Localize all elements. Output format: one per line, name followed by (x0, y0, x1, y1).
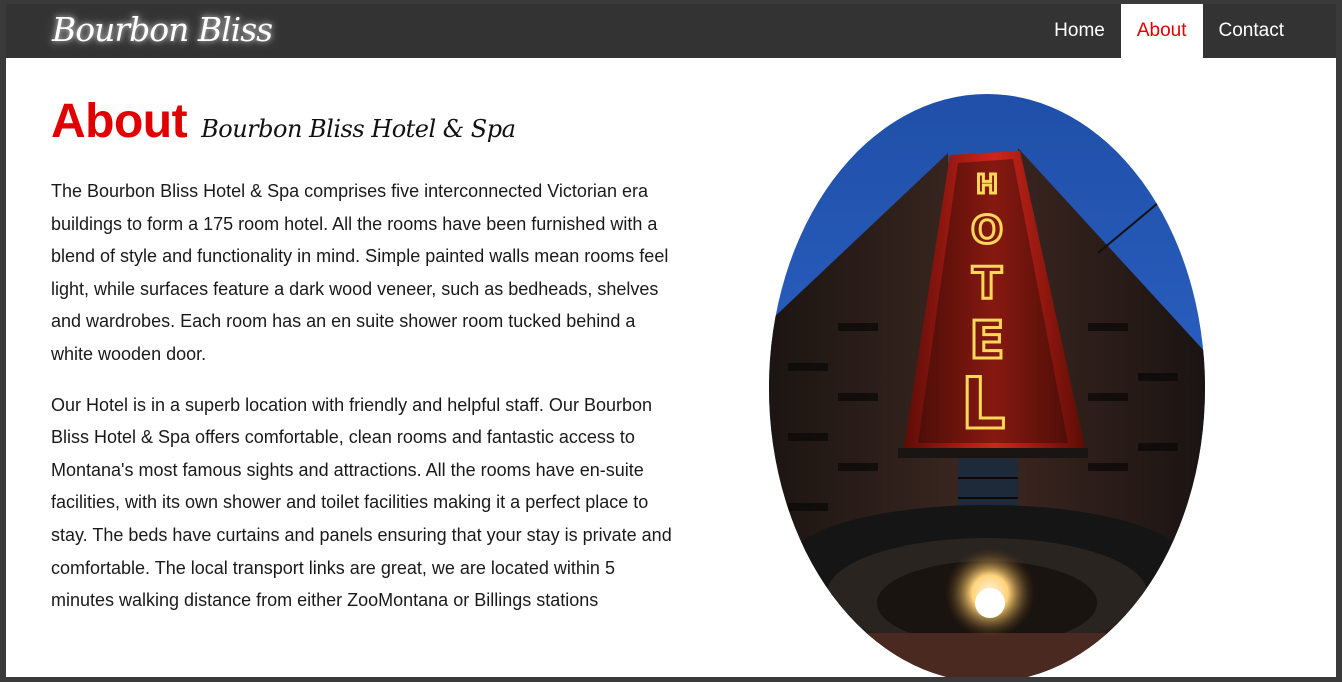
nav-contact-link[interactable]: Contact (1203, 4, 1300, 58)
hotel-neon-sign-image: H O T E L (769, 94, 1205, 677)
sign-letter-t: T (972, 258, 1002, 309)
main-content: About Bourbon Bliss Hotel & Spa The Bour… (6, 58, 1336, 677)
nav-home-link[interactable]: Home (1038, 4, 1121, 58)
sign-letter-h: H (976, 170, 998, 200)
browser-viewport: Bourbon Bliss Home About Contact About B… (0, 0, 1342, 682)
nav-about-link[interactable]: About (1120, 4, 1203, 58)
sign-letter-o: O (971, 208, 1003, 252)
about-paragraph-1: The Bourbon Bliss Hotel & Spa comprises … (51, 181, 669, 364)
navbar: Bourbon Bliss Home About Contact (6, 4, 1336, 58)
about-paragraph-2: Our Hotel is in a superb location with f… (51, 394, 672, 611)
site-logo[interactable]: Bourbon Bliss (52, 6, 273, 54)
page-subtitle: Bourbon Bliss Hotel & Spa (201, 115, 516, 143)
page-heading: About Bourbon Bliss Hotel & Spa (51, 94, 516, 149)
hotel-photo: H O T E L (768, 93, 1206, 677)
nav-links: Home About Contact (1038, 4, 1300, 58)
about-text: The Bourbon Bliss Hotel & Spa comprises … (51, 175, 679, 635)
page-title: About (51, 95, 188, 148)
sign-letter-e: E (969, 311, 1005, 371)
sign-letter-l: L (961, 363, 1006, 445)
